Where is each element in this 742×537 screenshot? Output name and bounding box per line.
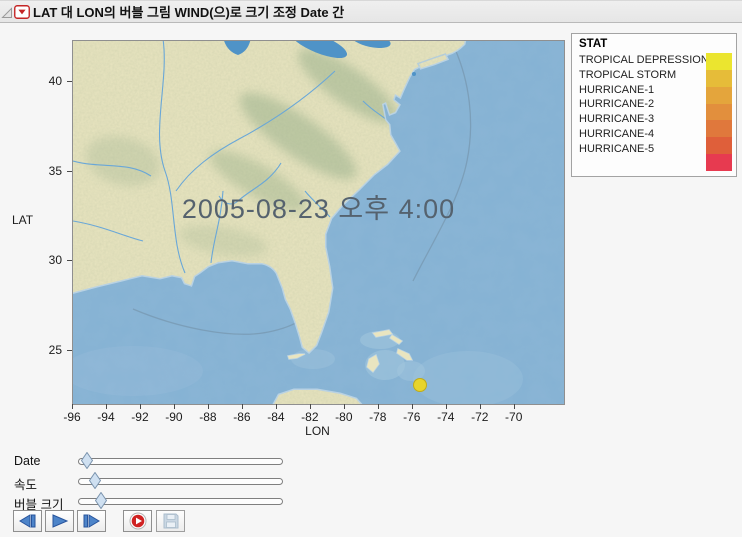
y-tick-mark (67, 260, 72, 262)
y-tick-label: 35 (48, 163, 62, 178)
date-slider[interactable] (78, 458, 283, 465)
disclosure-triangle-icon[interactable] (1, 6, 13, 18)
step-backward-button[interactable] (13, 510, 42, 532)
legend-swatch (706, 137, 732, 155)
x-tick-mark (275, 404, 277, 409)
map-plot-area[interactable]: 2005-08-23 오후 4:00 (72, 40, 565, 405)
record-button[interactable] (123, 510, 152, 532)
speed-slider-label: 속도 (14, 478, 38, 492)
x-tick-mark (377, 404, 379, 409)
legend-swatch (706, 120, 732, 138)
date-slider-label: Date (14, 454, 41, 468)
legend-item[interactable]: TROPICAL DEPRESSION (579, 53, 709, 68)
x-tick-mark (479, 404, 481, 409)
bubble-plot-window: LAT 대 LON의 버블 그림 WIND(으)로 크기 조정 Date 간 2… (0, 0, 742, 537)
x-tick-label: -86 (233, 410, 251, 424)
y-tick-label: 40 (48, 74, 62, 89)
x-tick-label: -96 (63, 410, 81, 424)
y-tick-mark (67, 81, 72, 83)
bubble-size-slider-row: 버블 크기 (0, 491, 300, 512)
legend-color-scale (706, 53, 732, 172)
x-tick-label: -80 (335, 410, 353, 424)
y-tick-mark (67, 350, 72, 352)
bubble-size-slider-thumb[interactable] (94, 491, 107, 510)
x-tick-mark (139, 404, 141, 409)
legend-item[interactable]: HURRICANE-1 (579, 83, 702, 98)
y-axis-title: LAT (12, 213, 34, 227)
legend-item[interactable]: HURRICANE-4 (579, 127, 702, 142)
terrain-map-image (73, 41, 564, 404)
x-tick-mark (309, 404, 311, 409)
report-title: LAT 대 LON의 버블 그림 WIND(으)로 크기 조정 Date 간 (33, 5, 345, 20)
step-backward-icon (19, 514, 36, 528)
x-tick-label: -92 (131, 410, 149, 424)
legend-item[interactable]: HURRICANE-3 (579, 112, 702, 127)
legend-item[interactable]: HURRICANE-2 (579, 97, 702, 112)
step-forward-icon (83, 514, 100, 528)
x-tick-mark (105, 404, 107, 409)
red-triangle-menu-icon[interactable] (14, 4, 30, 19)
play-icon (52, 514, 68, 528)
x-tick-label: -78 (369, 410, 387, 424)
x-tick-mark (513, 404, 515, 409)
legend-swatch (706, 53, 732, 70)
save-button[interactable] (156, 510, 185, 532)
legend-swatch (706, 69, 732, 87)
x-axis-title: LON (305, 424, 330, 438)
x-tick-label: -90 (165, 410, 183, 424)
legend-panel: STAT TROPICAL DEPRESSION TROPICAL STORM HU… (571, 33, 737, 177)
date-slider-row: Date (0, 451, 300, 471)
x-tick-label: -74 (437, 410, 455, 424)
report-title-bar: LAT 대 LON의 버블 그림 WIND(으)로 크기 조정 Date 간 (0, 0, 742, 23)
x-tick-mark (343, 404, 345, 409)
x-tick-mark (411, 404, 413, 409)
x-tick-mark (241, 404, 243, 409)
x-tick-label: -72 (471, 410, 489, 424)
speed-slider-thumb[interactable] (88, 471, 101, 490)
date-slider-thumb[interactable] (80, 451, 93, 470)
y-axis[interactable]: 25 30 35 40 (0, 40, 72, 403)
legend-swatch (706, 154, 732, 172)
legend-item[interactable]: HURRICANE-5 (579, 142, 702, 157)
x-tick-label: -88 (199, 410, 217, 424)
speed-slider[interactable] (78, 478, 283, 485)
x-tick-label: -94 (97, 410, 115, 424)
x-tick-label: -82 (301, 410, 319, 424)
y-tick-label: 25 (48, 343, 62, 358)
play-button[interactable] (45, 510, 74, 532)
x-tick-label: -84 (267, 410, 285, 424)
y-tick-mark (67, 170, 72, 172)
y-tick-label: 30 (48, 253, 62, 268)
x-tick-mark (445, 404, 447, 409)
storm-bubble[interactable] (412, 378, 427, 393)
speed-slider-row: 속도 (0, 471, 300, 492)
legend-item[interactable]: TROPICAL STORM (579, 68, 702, 83)
x-tick-label: -70 (505, 410, 523, 424)
x-tick-mark (207, 404, 209, 409)
record-icon (129, 512, 146, 530)
step-forward-button[interactable] (77, 510, 106, 532)
legend-swatch (706, 103, 732, 121)
x-tick-label: -76 (403, 410, 421, 424)
x-tick-mark (72, 404, 73, 409)
save-icon (163, 513, 178, 529)
x-tick-mark (173, 404, 175, 409)
bubble-size-slider[interactable] (78, 498, 283, 505)
legend-title: STAT (579, 38, 608, 50)
legend-swatch (706, 86, 732, 104)
